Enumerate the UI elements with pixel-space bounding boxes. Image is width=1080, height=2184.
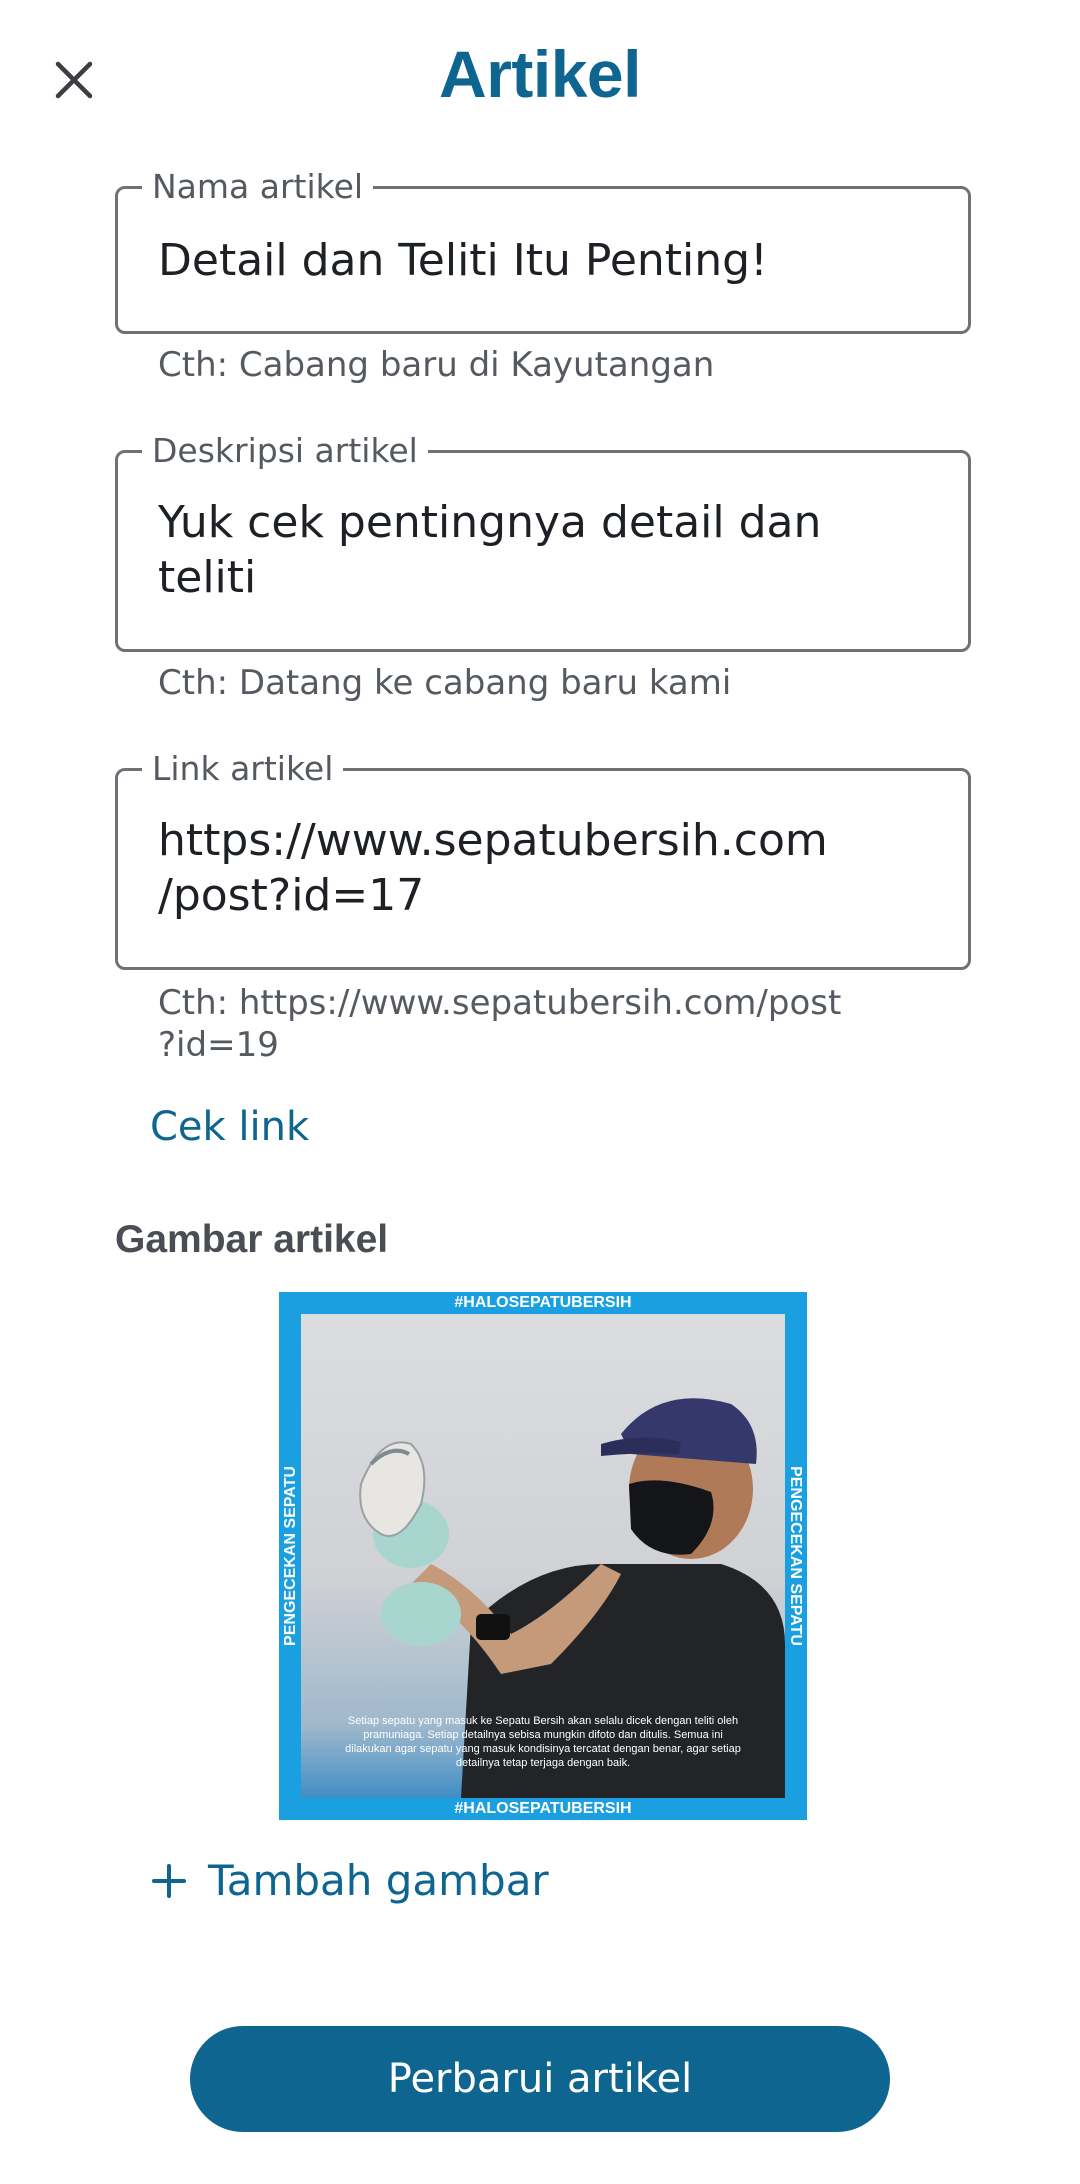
article-link-value: https://www.sepatubersih.com /post?id=17 xyxy=(158,815,828,921)
article-image-bottom-banner: #HALOSEPATUBERSIH xyxy=(454,1800,632,1817)
article-image-caption: Setiap sepatu yang masuk ke Sepatu Bersi… xyxy=(345,1715,741,1769)
article-image-section-label: Gambar artikel xyxy=(115,1218,389,1261)
article-image-side-text-left: PENGECEKAN SEPATU xyxy=(282,1466,299,1646)
article-photo: Setiap sepatu yang masuk ke Sepatu Bersi… xyxy=(301,1314,785,1798)
check-link-button[interactable]: Cek link xyxy=(150,1104,309,1150)
article-name-field[interactable]: Nama artikel Detail dan Teliti Itu Penti… xyxy=(115,165,971,334)
add-image-button[interactable]: Tambah gambar xyxy=(152,1856,549,1905)
update-article-button[interactable]: Perbarui artikel xyxy=(190,2026,890,2132)
article-name-value: Detail dan Teliti Itu Penting! xyxy=(158,235,768,286)
update-article-label: Perbarui artikel xyxy=(387,2056,693,2102)
article-image[interactable]: Setiap sepatu yang masuk ke Sepatu Bersi… xyxy=(279,1292,807,1820)
article-description-field[interactable]: Deskripsi artikel Yuk cek pentingnya det… xyxy=(115,429,971,652)
article-description-helper: Cth: Datang ke cabang baru kami xyxy=(158,663,732,703)
article-description-label: Deskripsi artikel xyxy=(142,429,428,473)
article-name-helper: Cth: Cabang baru di Kayutangan xyxy=(158,345,715,385)
article-link-label: Link artikel xyxy=(142,747,344,791)
page-title: Artikel xyxy=(439,37,641,111)
article-link-field[interactable]: Link artikel https://www.sepatubersih.co… xyxy=(115,747,971,970)
article-description-value: Yuk cek pentingnya detail dan teliti xyxy=(158,497,822,603)
add-image-label: Tambah gambar xyxy=(208,1856,549,1905)
article-name-label: Nama artikel xyxy=(142,165,374,209)
article-image-top-banner: #HALOSEPATUBERSIH xyxy=(454,1294,632,1311)
plus-icon xyxy=(152,1863,186,1898)
article-link-helper: Cth: https://www.sepatubersih.com/post ?… xyxy=(158,983,842,1065)
article-image-side-text-right: PENGECEKAN SEPATU xyxy=(787,1466,804,1646)
